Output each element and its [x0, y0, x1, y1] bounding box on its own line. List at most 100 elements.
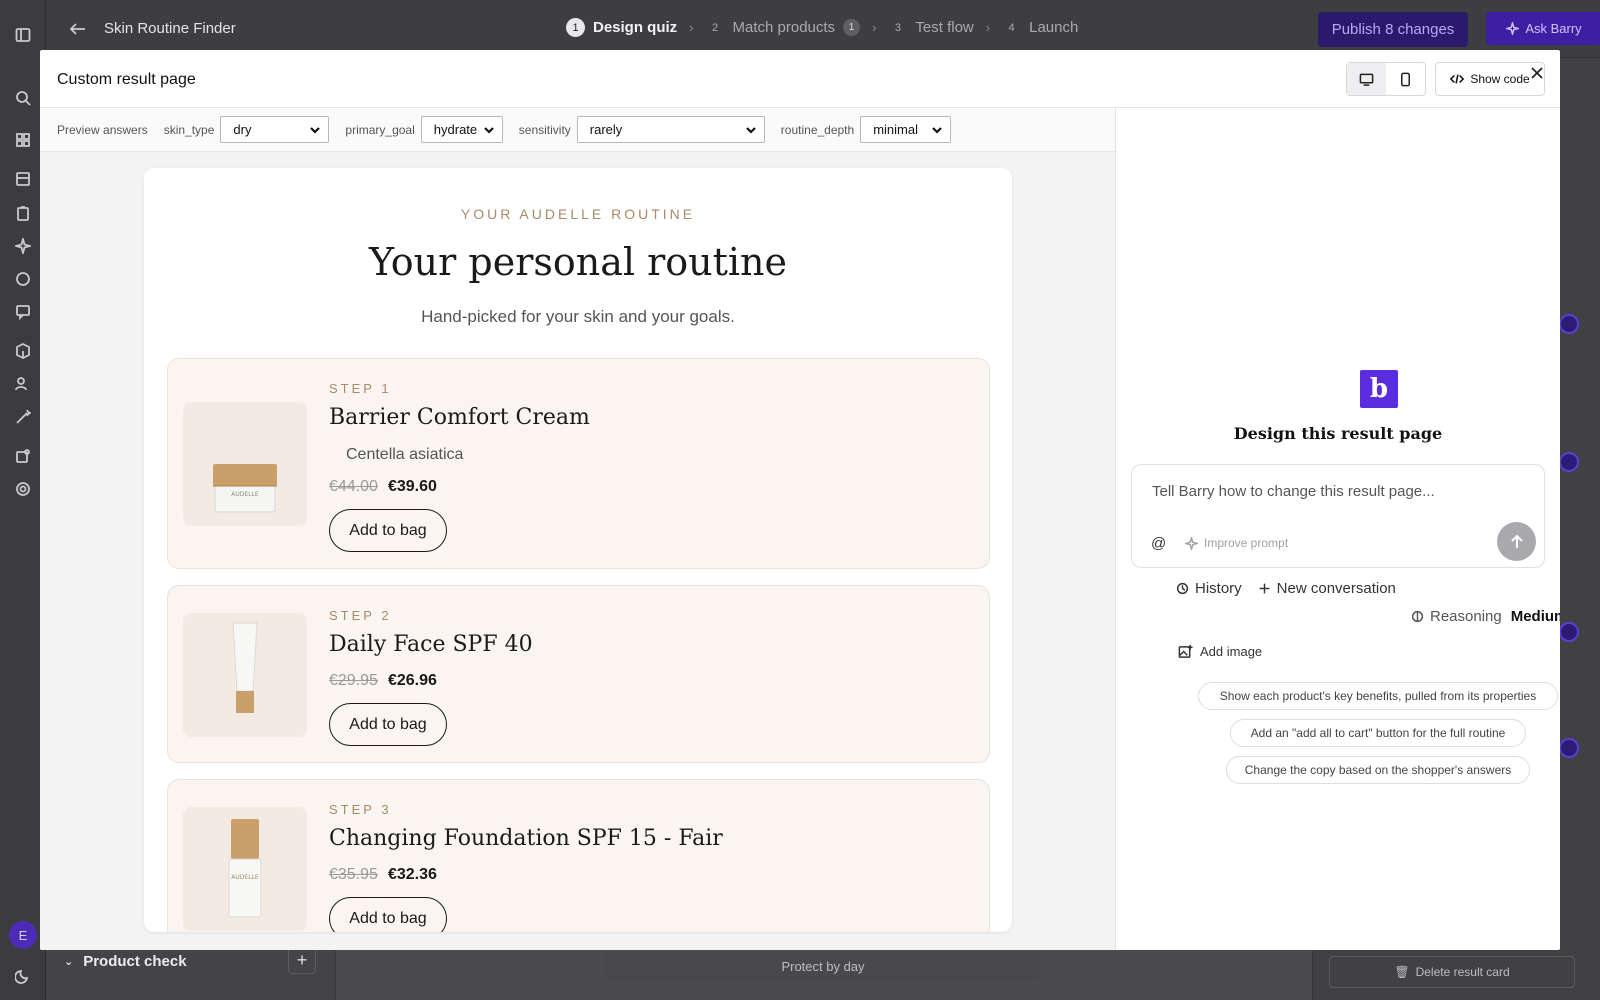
toggle-switch[interactable]: [1559, 622, 1579, 642]
package-icon[interactable]: [14, 342, 32, 360]
sparkle-icon: [1185, 536, 1198, 550]
desktop-view-button[interactable]: [1347, 63, 1386, 95]
canvas-step-label: Protect by day: [606, 952, 1040, 982]
chevron-down-icon: ⌄: [64, 956, 74, 968]
reasoning-selector[interactable]: Reasoning Medium: [1411, 608, 1560, 625]
suggestion-chip[interactable]: Show each product's key benefits, pulled…: [1198, 682, 1558, 710]
improve-prompt-button[interactable]: Improve prompt: [1185, 536, 1288, 550]
chevron-down-icon: [310, 126, 321, 134]
product-card: AUDELLE STEP 1 Barrier Comfort Cream Cen…: [167, 358, 990, 569]
prompt-input[interactable]: Tell Barry how to change this result pag…: [1131, 464, 1545, 568]
result-page-preview: YOUR AUDELLE ROUTINE Your personal routi…: [144, 168, 1012, 932]
dashboard-icon[interactable]: [14, 131, 32, 149]
device-toggle: [1346, 62, 1426, 96]
history-clock-icon: [1176, 582, 1189, 595]
send-button[interactable]: [1497, 522, 1536, 561]
mention-at-icon[interactable]: @: [1151, 535, 1166, 552]
answer-key: sensitivity: [518, 122, 571, 137]
toggle-switch[interactable]: [1559, 314, 1579, 334]
back-arrow-icon[interactable]: [68, 19, 88, 39]
step-launch[interactable]: 4 Launch: [1002, 18, 1079, 37]
product-name: Changing Foundation SPF 15 - Fair: [329, 826, 723, 851]
history-label: History: [1195, 580, 1242, 597]
monitor-icon: [1359, 73, 1374, 86]
step-test-flow[interactable]: 3 Test flow: [888, 18, 974, 37]
result-subhead: Hand-picked for your skin and your goals…: [421, 307, 735, 326]
close-icon[interactable]: [1530, 66, 1544, 80]
new-conversation-button[interactable]: New conversation: [1258, 580, 1396, 597]
sparkle-icon[interactable]: [14, 237, 32, 255]
settings-gear-icon[interactable]: [14, 480, 32, 498]
add-to-bag-button[interactable]: Add to bag: [329, 509, 447, 552]
select-value: hydrate: [433, 122, 478, 137]
chat-icon[interactable]: [14, 270, 32, 288]
step-number: 1: [566, 18, 585, 37]
message-icon[interactable]: [14, 303, 32, 321]
preview-answers-bar: Preview answers skin_type dry primary_go…: [40, 108, 1115, 152]
toggle-switch[interactable]: [1559, 452, 1579, 472]
arrow-up-icon: [1510, 534, 1523, 548]
sunscreen-tube-icon: [232, 622, 258, 713]
publish-button[interactable]: Publish 8 changes: [1318, 12, 1468, 47]
original-price: €29.95: [329, 672, 378, 689]
add-image-button[interactable]: Add image: [1178, 644, 1262, 659]
phone-icon: [1401, 72, 1410, 86]
sidebar-toggle-icon[interactable]: [14, 26, 32, 44]
mobile-view-button[interactable]: [1386, 63, 1425, 95]
app-title: Skin Routine Finder: [104, 20, 236, 37]
new-conversation-label: New conversation: [1276, 580, 1396, 597]
ask-barry-button[interactable]: Ask Barry: [1486, 12, 1600, 45]
avatar[interactable]: E: [9, 921, 37, 949]
discounted-price: €32.36: [387, 866, 437, 883]
product-name: Barrier Comfort Cream: [329, 405, 590, 430]
suggestion-chip[interactable]: Change the copy based on the shopper's a…: [1226, 756, 1530, 784]
step-number: 4: [1008, 21, 1015, 34]
product-card: AUDELLE STEP 3 Changing Foundation SPF 1…: [167, 779, 990, 932]
code-icon: [1450, 74, 1465, 84]
routine-depth-select[interactable]: minimal: [860, 116, 952, 143]
delete-result-card-button[interactable]: 🗑 Delete result card: [1329, 956, 1575, 988]
step-design-quiz[interactable]: 1 Design quiz: [566, 18, 677, 37]
sensitivity-select[interactable]: rarely: [576, 116, 765, 143]
delete-label: Delete result card: [1415, 965, 1510, 979]
step-match-products[interactable]: 2 Match products 1: [706, 18, 861, 37]
product-check-label: Product check: [83, 953, 187, 970]
skin-type-select[interactable]: dry: [220, 116, 330, 143]
step-badge: 1: [843, 19, 861, 36]
product-step-label: STEP 2: [329, 608, 392, 623]
result-headline: Your personal routine: [369, 240, 787, 284]
conversation-actions: History New conversation: [1176, 580, 1396, 597]
chevron-down-icon: [932, 126, 942, 134]
product-step-label: STEP 3: [329, 802, 392, 817]
prompt-placeholder: Tell Barry how to change this result pag…: [1152, 483, 1435, 500]
add-section-button[interactable]: +: [288, 946, 316, 974]
step-number: 3: [894, 21, 901, 34]
add-image-label: Add image: [1200, 644, 1263, 659]
svg-text:AUDELLE: AUDELLE: [231, 491, 259, 498]
add-to-bag-button[interactable]: Add to bag: [329, 897, 447, 932]
reasoning-label: Reasoning: [1430, 608, 1502, 625]
users-icon[interactable]: [14, 375, 32, 393]
price-row: €29.95 €26.96: [329, 672, 437, 690]
clipboard-icon[interactable]: [14, 204, 32, 222]
show-code-button[interactable]: Show code: [1435, 62, 1545, 96]
history-button[interactable]: History: [1176, 580, 1242, 597]
add-to-bag-button[interactable]: Add to bag: [329, 703, 447, 746]
magic-wand-icon[interactable]: [14, 408, 32, 426]
toggle-switch[interactable]: [1559, 738, 1579, 758]
step-number: 2: [711, 21, 719, 34]
barry-assistant-panel: b Design this result page Tell Barry how…: [1116, 108, 1560, 950]
modal-title: Custom result page: [57, 71, 196, 88]
product-check-section[interactable]: ⌄ Product check: [64, 953, 187, 970]
primary-goal-select[interactable]: hydrate: [420, 116, 503, 143]
layout-icon[interactable]: [14, 170, 32, 188]
suggestion-chip[interactable]: Add an "add all to cart" button for the …: [1230, 719, 1526, 747]
puzzle-icon[interactable]: [14, 447, 32, 465]
select-value: minimal: [873, 122, 918, 137]
search-icon[interactable]: [14, 89, 32, 107]
price-row: €35.95 €32.36: [329, 866, 437, 884]
answer-primary-goal: primary_goal hydrate: [345, 116, 503, 143]
step-label: Test flow: [915, 19, 974, 36]
answer-sensitivity: sensitivity rarely: [519, 116, 765, 143]
dark-mode-moon-icon[interactable]: [14, 967, 32, 985]
